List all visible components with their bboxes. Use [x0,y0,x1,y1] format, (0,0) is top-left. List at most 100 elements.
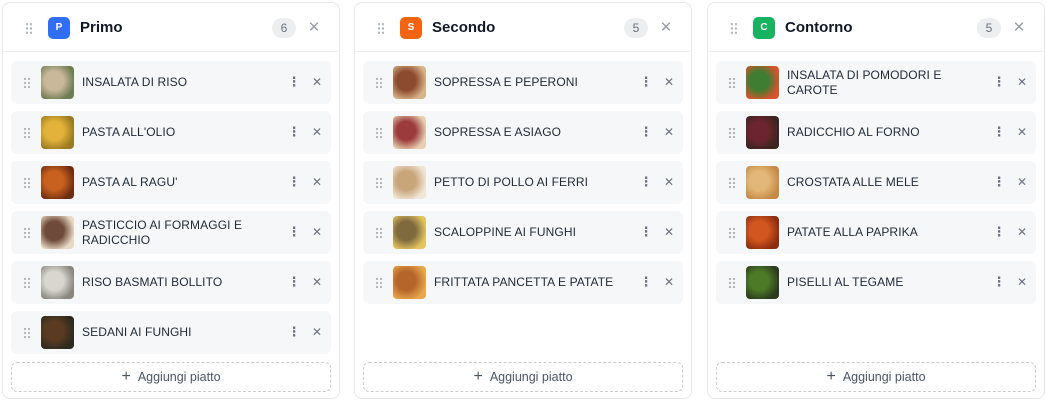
drag-handle-icon[interactable] [23,227,31,239]
remove-icon[interactable]: ✕ [310,223,324,241]
dish-item[interactable]: SOPRESSA E ASIAGO ⋮ ✕ [363,111,683,154]
more-options-icon[interactable]: ⋮ [639,273,653,291]
more-options-icon[interactable]: ⋮ [287,323,301,341]
column-title: Secondo [432,19,496,36]
dish-thumbnail [393,66,426,99]
drag-handle-icon[interactable] [375,77,383,89]
more-options-icon[interactable]: ⋮ [287,123,301,141]
dish-item[interactable]: PASTA ALL'OLIO ⋮ ✕ [11,111,331,154]
remove-icon[interactable]: ✕ [1015,123,1029,141]
dish-thumbnail [746,66,779,99]
dish-item[interactable]: CROSTATA ALLE MELE ⋮ ✕ [716,161,1036,204]
remove-icon[interactable]: ✕ [1015,173,1029,191]
dish-name: SEDANI AI FUNGHI [82,325,192,339]
drag-handle-icon[interactable] [23,277,31,289]
drag-handle-icon[interactable] [375,277,383,289]
column-title: Contorno [785,19,853,36]
remove-icon[interactable]: ✕ [310,173,324,191]
more-options-icon[interactable]: ⋮ [639,173,653,191]
drag-handle-icon[interactable] [377,22,385,35]
remove-icon[interactable]: ✕ [310,273,324,291]
close-icon[interactable]: ✕ [657,17,675,39]
more-options-icon[interactable]: ⋮ [992,73,1006,91]
remove-icon[interactable]: ✕ [310,123,324,141]
add-dish-button[interactable]: + Aggiungi piatto [363,362,683,392]
drag-handle-icon[interactable] [23,77,31,89]
dish-item[interactable]: RISO BASMATI BOLLITO ⋮ ✕ [11,261,331,304]
more-options-icon[interactable]: ⋮ [639,123,653,141]
close-icon[interactable]: ✕ [305,17,323,39]
dish-name: SCALOPPINE AI FUNGHI [434,225,577,239]
dish-item[interactable]: SCALOPPINE AI FUNGHI ⋮ ✕ [363,211,683,254]
dish-name: INSALATA DI RISO [82,75,188,89]
dish-name: PISELLI AL TEGAME [787,275,904,289]
dish-item[interactable]: SOPRESSA E PEPERONI ⋮ ✕ [363,61,683,104]
drag-handle-icon[interactable] [375,127,383,139]
close-icon[interactable]: ✕ [1010,17,1028,39]
dish-thumbnail [393,216,426,249]
add-dish-button[interactable]: + Aggiungi piatto [716,362,1036,392]
column-title: Primo [80,19,123,36]
dish-item[interactable]: PETTO DI POLLO AI FERRI ⋮ ✕ [363,161,683,204]
dish-item[interactable]: SEDANI AI FUNGHI ⋮ ✕ [11,311,331,354]
dish-name: CROSTATA ALLE MELE [787,175,919,189]
dish-thumbnail [746,116,779,149]
category-badge: C [753,17,775,39]
dish-name: PASTA ALL'OLIO [82,125,176,139]
more-options-icon[interactable]: ⋮ [992,123,1006,141]
drag-handle-icon[interactable] [375,177,383,189]
drag-handle-icon[interactable] [25,22,33,35]
drag-handle-icon[interactable] [728,177,736,189]
dish-item[interactable]: PATATE ALLA PAPRIKA ⋮ ✕ [716,211,1036,254]
dish-thumbnail [746,266,779,299]
dish-name: PETTO DI POLLO AI FERRI [434,175,589,189]
drag-handle-icon[interactable] [728,127,736,139]
more-options-icon[interactable]: ⋮ [287,73,301,91]
drag-handle-icon[interactable] [23,327,31,339]
dish-thumbnail [41,216,74,249]
plus-icon: + [473,368,483,385]
more-options-icon[interactable]: ⋮ [287,273,301,291]
drag-handle-icon[interactable] [728,227,736,239]
add-dish-button[interactable]: + Aggiungi piatto [11,362,331,392]
more-options-icon[interactable]: ⋮ [992,223,1006,241]
remove-icon[interactable]: ✕ [662,223,676,241]
dish-item[interactable]: PASTICCIO AI FORMAGGI E RADICCHIO ⋮ ✕ [11,211,331,254]
drag-handle-icon[interactable] [728,277,736,289]
remove-icon[interactable]: ✕ [310,73,324,91]
more-options-icon[interactable]: ⋮ [992,173,1006,191]
remove-icon[interactable]: ✕ [310,323,324,341]
menu-board: P Primo 6 ✕ INSALATA DI RISO ⋮ ✕ PASTA ALL'… [0,0,1047,401]
drag-handle-icon[interactable] [375,227,383,239]
more-options-icon[interactable]: ⋮ [287,173,301,191]
remove-icon[interactable]: ✕ [1015,273,1029,291]
column-secondo: S Secondo 5 ✕ SOPRESSA E PEPERONI ⋮ ✕ SOPRE… [354,2,692,399]
more-options-icon[interactable]: ⋮ [639,223,653,241]
dish-item[interactable]: INSALATA DI RISO ⋮ ✕ [11,61,331,104]
dish-item[interactable]: INSALATA DI POMODORI E CAROTE ⋮ ✕ [716,61,1036,104]
drag-handle-icon[interactable] [730,22,738,35]
more-options-icon[interactable]: ⋮ [287,223,301,241]
dish-thumbnail [41,166,74,199]
dish-thumbnail [746,166,779,199]
more-options-icon[interactable]: ⋮ [992,273,1006,291]
dish-name: FRITTATA PANCETTA E PATATE [434,275,614,289]
remove-icon[interactable]: ✕ [662,173,676,191]
dish-thumbnail [393,266,426,299]
dish-item[interactable]: FRITTATA PANCETTA E PATATE ⋮ ✕ [363,261,683,304]
dish-item[interactable]: RADICCHIO AL FORNO ⋮ ✕ [716,111,1036,154]
remove-icon[interactable]: ✕ [662,273,676,291]
remove-icon[interactable]: ✕ [662,73,676,91]
remove-icon[interactable]: ✕ [1015,223,1029,241]
drag-handle-icon[interactable] [23,127,31,139]
dish-item[interactable]: PISELLI AL TEGAME ⋮ ✕ [716,261,1036,304]
dish-item[interactable]: PASTA AL RAGU' ⋮ ✕ [11,161,331,204]
remove-icon[interactable]: ✕ [662,123,676,141]
drag-handle-icon[interactable] [23,177,31,189]
more-options-icon[interactable]: ⋮ [639,73,653,91]
column-header: S Secondo 5 ✕ [355,3,691,52]
drag-handle-icon[interactable] [728,77,736,89]
dish-name: RISO BASMATI BOLLITO [82,275,223,289]
remove-icon[interactable]: ✕ [1015,73,1029,91]
column-header: P Primo 6 ✕ [3,3,339,52]
